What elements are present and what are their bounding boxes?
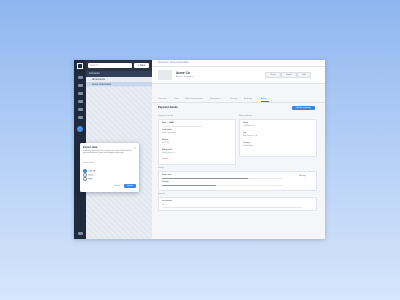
edit-button[interactable]: Edit xyxy=(297,72,311,78)
tab-security[interactable]: Security xyxy=(230,98,237,100)
share-button[interactable]: Share xyxy=(265,72,281,78)
users-icon[interactable] xyxy=(77,84,83,87)
settings-icon[interactable] xyxy=(77,126,83,132)
field-value: Acme Corporation xyxy=(162,132,176,134)
radio-icon[interactable] xyxy=(83,177,87,181)
page-subtitle: Active · Enterprise xyxy=(176,76,194,78)
phone-icon[interactable] xyxy=(77,92,83,95)
field-value: United States xyxy=(243,145,254,147)
update-payment-button[interactable]: Update payment xyxy=(292,106,315,110)
field-value: billing@acme.co xyxy=(162,152,175,154)
docs-icon[interactable] xyxy=(77,116,83,119)
breadcrumb[interactable]: Accounts / Acme Corporation xyxy=(152,60,325,67)
card-heading: Visa ···· 4242 xyxy=(162,122,174,124)
usage-label: Usage xyxy=(158,167,164,169)
option-label: PDF xyxy=(88,178,93,181)
avatar xyxy=(158,70,172,80)
new-button[interactable]: + New xyxy=(134,63,149,68)
tab-users[interactable]: Users xyxy=(174,98,179,100)
field-label: Billing email xyxy=(162,149,173,151)
chat-icon[interactable] xyxy=(77,100,83,103)
options-label: Select format xyxy=(83,162,95,164)
calendar-icon[interactable] xyxy=(77,108,83,111)
field-label: Expires xyxy=(162,139,169,141)
usage-card: Seats used Storage Manage xyxy=(158,171,317,191)
billing-address-label: Billing address xyxy=(239,115,253,117)
usage-bar xyxy=(162,177,282,179)
invoice-line xyxy=(162,207,302,208)
field-label: Country xyxy=(243,142,250,144)
invoice-status: Paid xyxy=(162,204,166,206)
usage-bar xyxy=(162,184,282,186)
section-title: Payment details xyxy=(158,106,178,109)
usage-row-label: Storage xyxy=(162,181,169,183)
field-value: San Francisco, CA xyxy=(243,135,258,137)
modal-text: Choose the format for the exported accou… xyxy=(83,150,131,155)
invoices-label: Invoices xyxy=(158,193,166,195)
home-icon[interactable] xyxy=(77,76,83,79)
tab-roles[interactable]: Roles & permissions xyxy=(185,98,203,100)
manage-link[interactable]: Manage xyxy=(299,175,306,177)
field-value: 08 / 2026 xyxy=(162,142,170,144)
export-button[interactable]: Export xyxy=(281,72,297,78)
download-icon[interactable] xyxy=(77,232,83,235)
sidebar-topbar: Search... + New xyxy=(86,60,152,71)
invoice-card: Last invoice Paid xyxy=(158,197,317,211)
remove-link[interactable]: Remove xyxy=(162,158,168,160)
address-card: Street 1200 Market St City San Francisco… xyxy=(239,119,317,157)
active-tab-indicator xyxy=(261,101,269,102)
export-modal: Export data × Choose the format for the … xyxy=(80,143,139,192)
account-header: Acme Co Active · Enterprise Share Export… xyxy=(152,67,325,84)
tab-audit-log[interactable]: Audit log xyxy=(244,98,252,100)
search-input[interactable]: Search... xyxy=(88,63,132,68)
tab-integrations[interactable]: Integrations xyxy=(210,98,220,100)
usage-row-label: Seats used xyxy=(162,174,172,176)
page-title: Acme Co xyxy=(176,71,190,75)
cancel-button[interactable]: Cancel xyxy=(114,185,120,187)
usage-bar-fill xyxy=(162,184,216,186)
field-label: City xyxy=(243,132,247,134)
main-panel: Accounts / Acme Corporation Acme Co Acti… xyxy=(152,60,325,239)
field-label: Street xyxy=(243,122,249,124)
usage-bar-fill xyxy=(162,177,249,179)
logo-icon xyxy=(77,63,83,69)
payment-card: Visa ···· 4242 Card holder Acme Corporat… xyxy=(158,119,236,165)
tab-billing[interactable]: Billing xyxy=(261,98,266,100)
field-label: Card holder xyxy=(162,129,172,131)
close-icon[interactable]: × xyxy=(134,146,136,150)
field-value: 1200 Market St xyxy=(243,125,255,127)
payment-method-label: Payment method xyxy=(158,115,174,117)
tab-overview[interactable]: Overview xyxy=(158,98,166,100)
divider xyxy=(162,126,202,127)
export-confirm-button[interactable]: Export xyxy=(124,184,136,188)
modal-title: Export data xyxy=(83,146,98,149)
tab-bar: Overview Users Roles & permissions Integ… xyxy=(152,96,325,103)
option-pdf[interactable]: PDF xyxy=(83,177,92,181)
invoice-label: Last invoice xyxy=(162,200,172,202)
